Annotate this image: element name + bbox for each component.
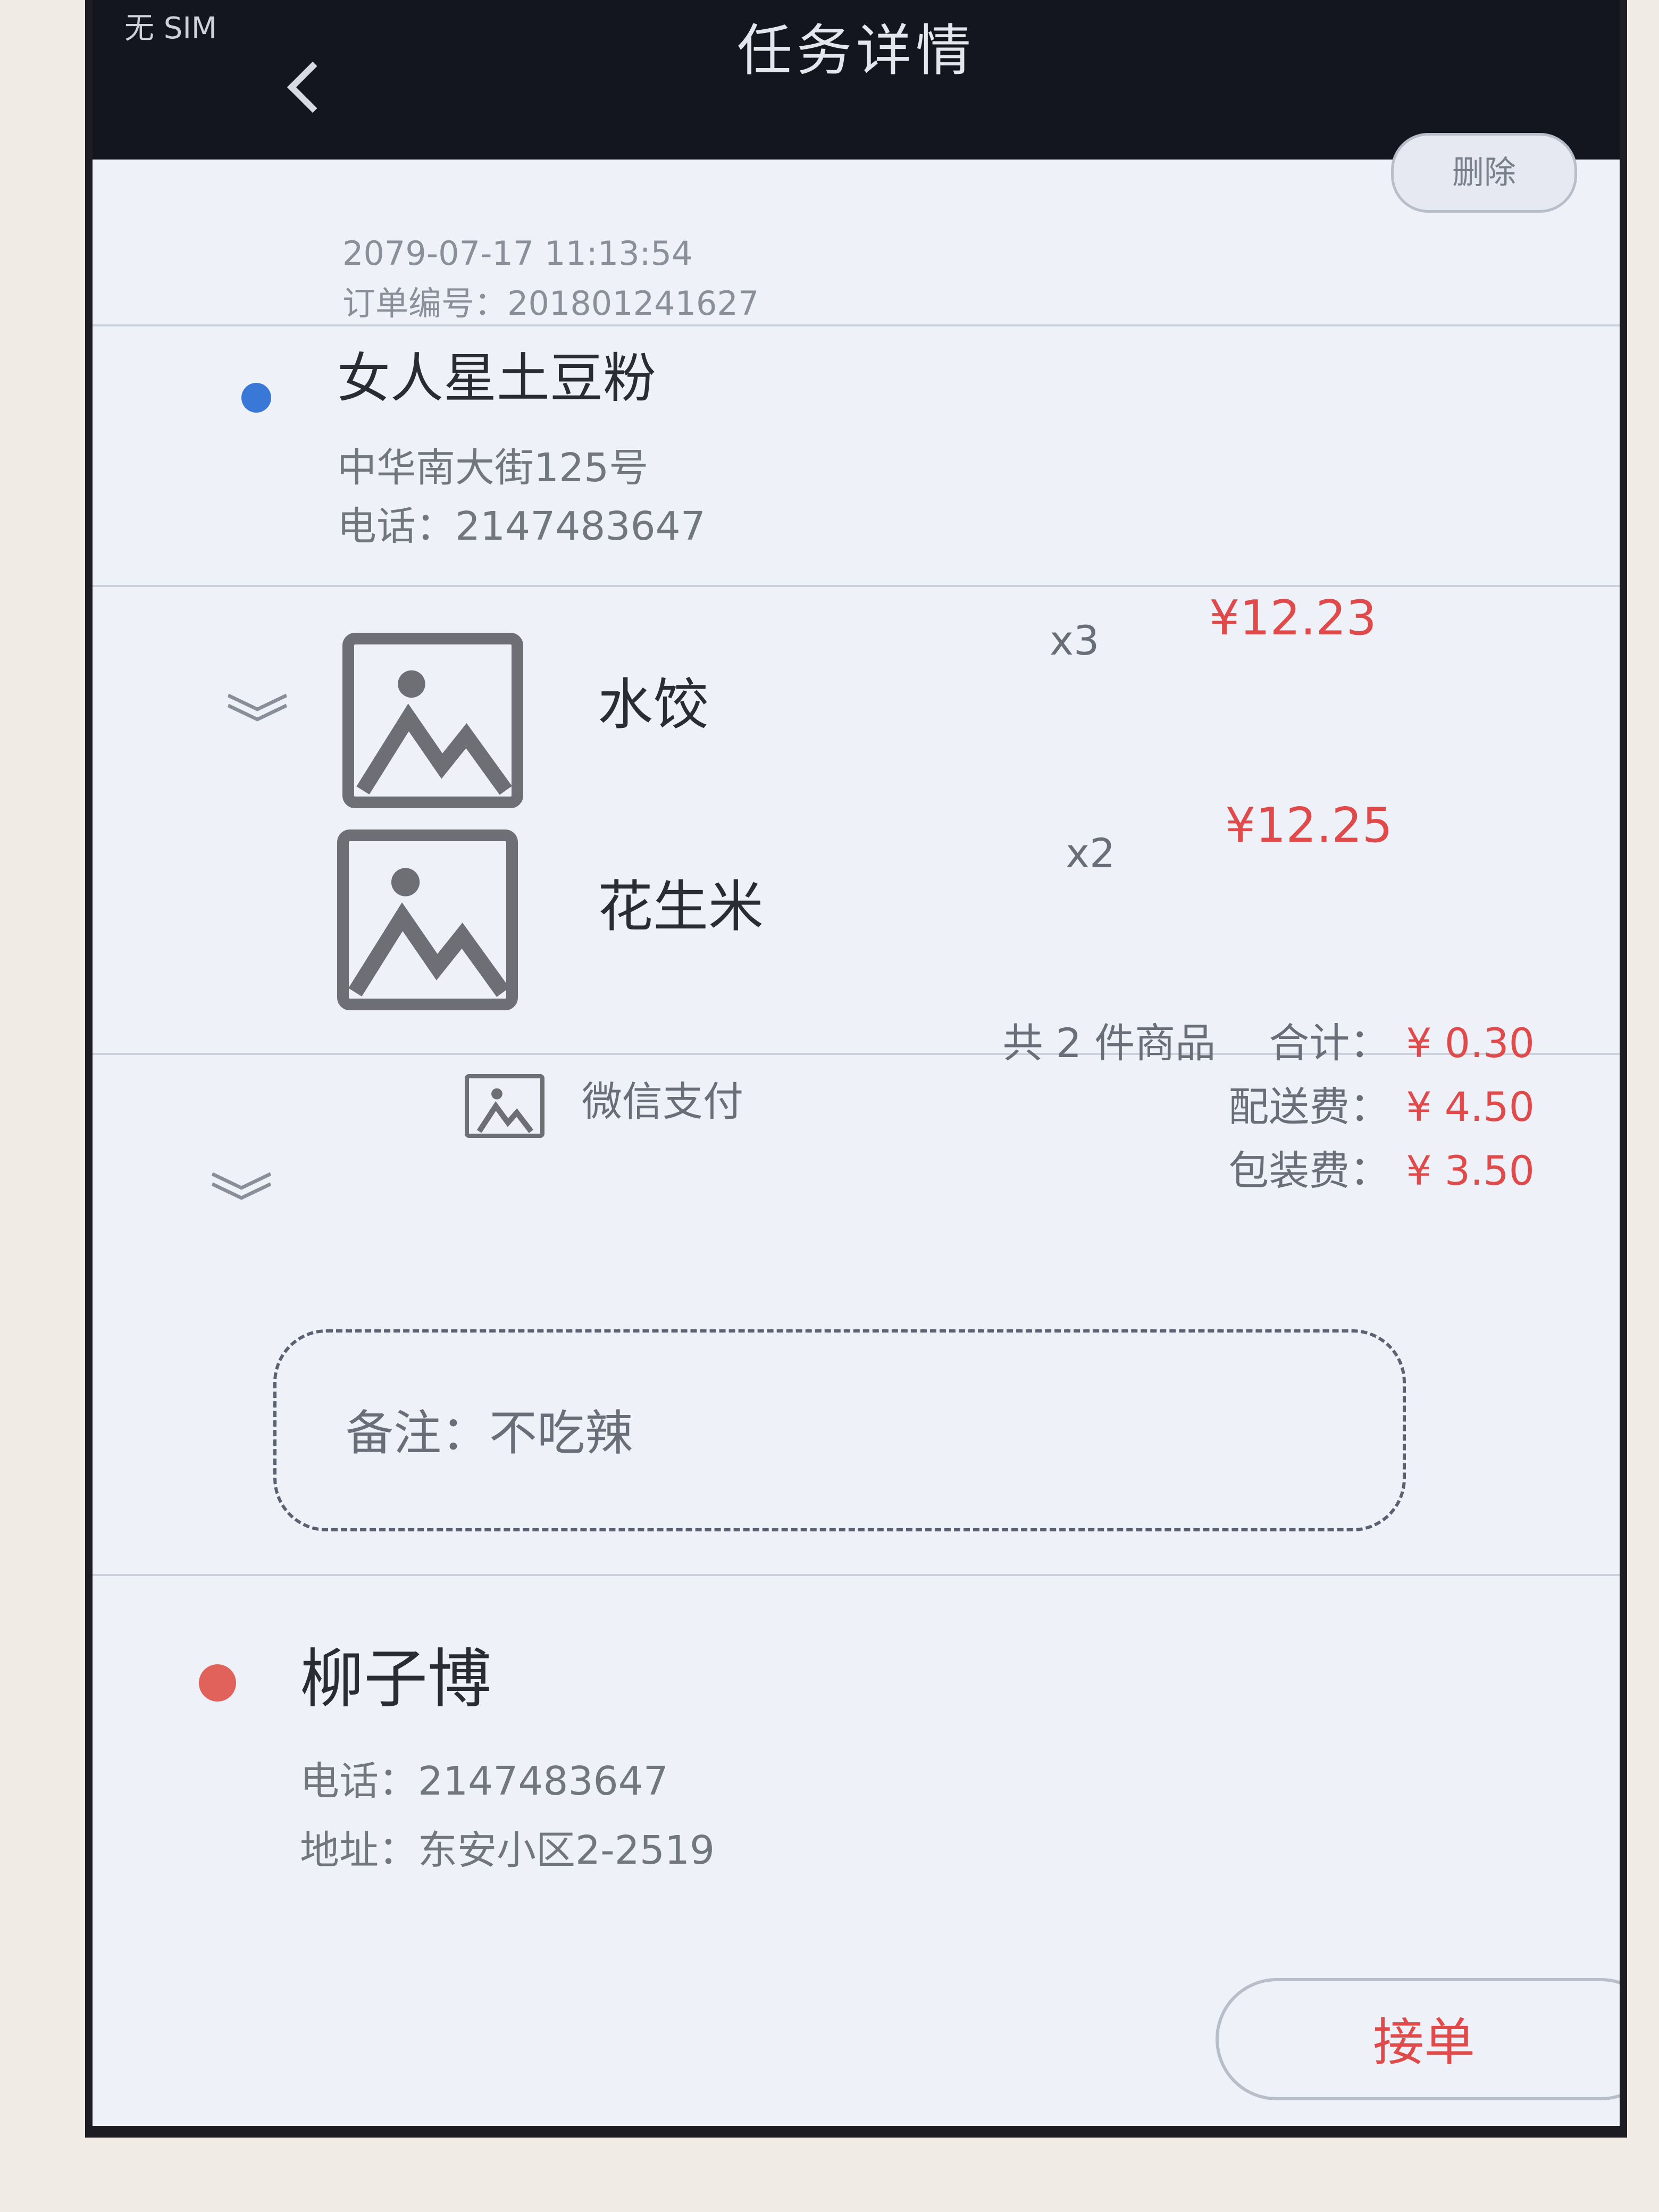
divider [93, 324, 1620, 326]
delivery-label: 配送费： [1228, 1083, 1390, 1130]
receiver-phone: 2147483647 [418, 1758, 668, 1804]
delivery-fee-row: 配送费： ¥ 4.50 [1228, 1074, 1535, 1133]
item-name: 水饺 [598, 672, 709, 737]
summary-total-row: 共 2 件商品 合计： ¥ 0.30 [1003, 1010, 1535, 1069]
order-datetime: 2079-07-17 11:13:54 [342, 234, 693, 273]
total-value: ¥ 0.30 [1406, 1019, 1535, 1067]
divider [93, 585, 1620, 587]
packing-fee-row: 包装费： ¥ 3.50 [1228, 1138, 1535, 1196]
item-price: ¥12.25 [1225, 798, 1393, 853]
receiver-address: 东安小区2-2519 [418, 1828, 715, 1873]
receiver-dot-icon [199, 1664, 236, 1702]
item-qty: x3 [1050, 617, 1100, 664]
shop-name: 女人星土豆粉 [337, 347, 656, 409]
double-chevron-down-icon[interactable]: ︾ [225, 694, 289, 758]
top-nav-bar: 无 SIM 任务详情 [93, 0, 1620, 160]
double-chevron-down-icon[interactable]: ︾ [210, 1173, 273, 1237]
item-qty: x2 [1066, 830, 1116, 877]
phone-screen: 无 SIM 任务详情 删除 2079-07-17 11:13:54 订单编号：2… [85, 0, 1627, 2138]
receiver-phone-label: 电话： [300, 1758, 418, 1804]
divider [93, 1574, 1620, 1576]
order-number-label: 订单编号： [342, 284, 508, 323]
item-name: 花生米 [598, 874, 764, 939]
receiver-phone-row: 电话：2147483647 [300, 1749, 668, 1806]
item-count: 共 2 件商品 [1002, 1019, 1216, 1067]
shop-phone-label: 电话： [337, 504, 455, 549]
shop-address: 中华南大街125号 [337, 445, 649, 491]
payment-method: 微信支付 [582, 1078, 743, 1125]
wechat-pay-icon [465, 1074, 544, 1138]
image-placeholder-icon [337, 830, 518, 1010]
shop-phone-row: 电话：2147483647 [337, 495, 706, 551]
total-label: 合计： [1269, 1019, 1390, 1067]
delivery-value: ¥ 4.50 [1406, 1083, 1535, 1130]
accept-order-button[interactable]: 接单 [1216, 1978, 1620, 2100]
packing-label: 包装费： [1228, 1147, 1390, 1194]
note-box: 备注：不吃辣 [273, 1329, 1406, 1531]
shop-dot-icon [241, 383, 271, 413]
packing-value: ¥ 3.50 [1406, 1147, 1535, 1194]
delete-button[interactable]: 删除 [1391, 133, 1577, 213]
receiver-address-label: 地址： [300, 1828, 418, 1873]
receiver-name: 柳子博 [300, 1643, 491, 1716]
page-title: 任务详情 [736, 18, 975, 83]
order-number: 201801241627 [507, 284, 759, 323]
item-price: ¥12.23 [1209, 590, 1377, 646]
image-placeholder-icon [342, 633, 523, 808]
shop-phone: 2147483647 [455, 504, 706, 549]
order-number-row: 订单编号：201801241627 [342, 276, 759, 324]
receiver-address-row: 地址：东安小区2-2519 [300, 1819, 715, 1875]
